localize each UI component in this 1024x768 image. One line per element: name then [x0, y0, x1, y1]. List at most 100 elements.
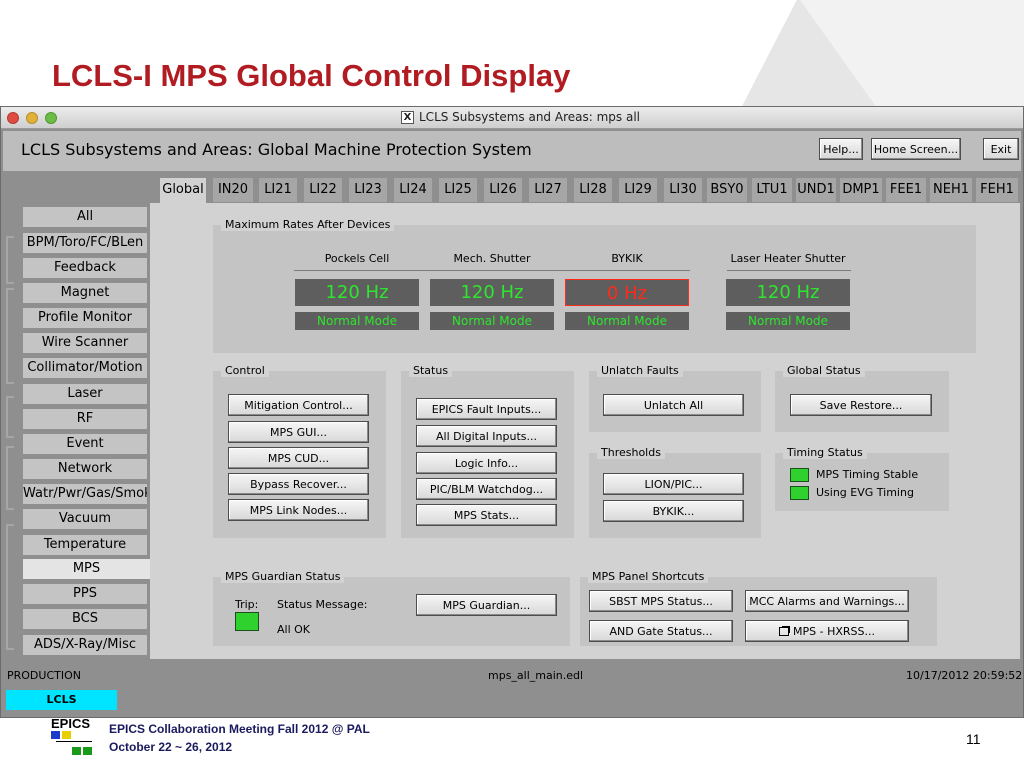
all-digital-inputs-button[interactable]: All Digital Inputs...	[416, 425, 557, 447]
mech-shutter-rate: 120 Hz	[430, 279, 554, 306]
sidebar-item-feedback[interactable]: Feedback	[23, 258, 147, 278]
lcls-tag: LCLS	[6, 690, 117, 710]
sidebar-item-magnet[interactable]: Magnet	[23, 283, 147, 303]
home-screen-button[interactable]: Home Screen...	[871, 138, 961, 160]
bypass-recover-button[interactable]: Bypass Recover...	[228, 473, 369, 495]
tab-bsy0[interactable]: BSY0	[707, 178, 747, 202]
and-gate-status-button[interactable]: AND Gate Status...	[589, 620, 733, 642]
sidebar-item-rf[interactable]: RF	[23, 409, 147, 429]
maximize-window-button[interactable]	[45, 112, 57, 124]
page-title: LCLS Subsystems and Areas: Global Machin…	[21, 140, 532, 159]
sidebar-item-mps[interactable]: MPS	[23, 559, 150, 579]
sidebar-group-bracket	[6, 446, 14, 510]
laser-heater-shutter-mode: Normal Mode	[726, 312, 850, 330]
thresholds-label: Thresholds	[597, 446, 665, 459]
status-message-label: Status Message:	[277, 598, 368, 611]
tab-in20[interactable]: IN20	[213, 178, 253, 202]
sidebar-item-temperature[interactable]: Temperature	[23, 535, 147, 555]
unlatch-faults-label: Unlatch Faults	[597, 364, 683, 377]
sidebar-item-wire-scanner[interactable]: Wire Scanner	[23, 333, 147, 353]
mitigation-control-button[interactable]: Mitigation Control...	[228, 394, 369, 416]
tab-li30[interactable]: LI30	[664, 178, 702, 202]
tab-li23[interactable]: LI23	[349, 178, 387, 202]
mps-hxrss-label: MPS - HXRSS...	[793, 624, 875, 638]
pockels-cell-header: Pockels Cell	[324, 252, 390, 265]
header-divider	[294, 270, 690, 271]
sidebar-item-network[interactable]: Network	[23, 459, 147, 479]
epics-logo-text: EPICS	[51, 716, 91, 731]
datetime-readout: 10/17/2012 20:59:52	[906, 669, 1023, 682]
timing-status-label: Timing Status	[783, 446, 867, 459]
sidebar-item-profile-monitor[interactable]: Profile Monitor	[23, 308, 147, 328]
sbst-mps-status-button[interactable]: SBST MPS Status...	[589, 590, 733, 612]
page-number: 11	[966, 731, 981, 747]
sidebar-item-vacuum[interactable]: Vacuum	[23, 509, 147, 529]
tab-neh1[interactable]: NEH1	[930, 178, 972, 202]
mech-shutter-header: Mech. Shutter	[453, 252, 531, 265]
help-button[interactable]: Help...	[819, 138, 863, 160]
sidebar-item-event[interactable]: Event	[23, 434, 147, 454]
tab-li21[interactable]: LI21	[259, 178, 297, 202]
thresholds-group: Thresholds	[589, 446, 761, 538]
trip-label: Trip:	[235, 598, 259, 611]
mps-hxrss-button[interactable]: MPS - HXRSS...	[745, 620, 909, 642]
sidebar-group-bracket	[6, 288, 14, 384]
save-restore-button[interactable]: Save Restore...	[790, 394, 932, 416]
sidebar-item-bcs[interactable]: BCS	[23, 609, 147, 629]
tab-li29[interactable]: LI29	[619, 178, 657, 202]
mech-shutter-mode: Normal Mode	[430, 312, 554, 330]
logic-info-button[interactable]: Logic Info...	[416, 452, 557, 474]
sidebar-item-ads[interactable]: ADS/X-Ray/Misc	[23, 635, 147, 655]
global-status-label: Global Status	[783, 364, 865, 377]
timing-status-group: Timing Status	[775, 446, 949, 511]
tab-li26[interactable]: LI26	[484, 178, 522, 202]
sidebar-item-bpm[interactable]: BPM/Toro/FC/BLen	[23, 233, 147, 253]
mcc-alarms-button[interactable]: MCC Alarms and Warnings...	[745, 590, 909, 612]
mps-stats-button[interactable]: MPS Stats...	[416, 504, 557, 526]
tab-ltu1[interactable]: LTU1	[752, 178, 792, 202]
mps-cud-button[interactable]: MPS CUD...	[228, 447, 369, 469]
mps-link-nodes-button[interactable]: MPS Link Nodes...	[228, 499, 369, 521]
sidebar-group-bracket	[6, 236, 14, 284]
mps-gui-button[interactable]: MPS GUI...	[228, 421, 369, 443]
header-divider	[727, 270, 851, 271]
tab-li24[interactable]: LI24	[394, 178, 432, 202]
footer-meeting-title: EPICS Collaboration Meeting Fall 2012 @ …	[109, 722, 370, 736]
laser-heater-shutter-rate: 120 Hz	[726, 279, 850, 306]
slide-title: LCLS-I MPS Global Control Display	[52, 58, 571, 93]
tab-li27[interactable]: LI27	[529, 178, 567, 202]
mps-guardian-button[interactable]: MPS Guardian...	[416, 594, 557, 616]
tab-li28[interactable]: LI28	[574, 178, 612, 202]
pic-blm-watchdog-button[interactable]: PIC/BLM Watchdog...	[416, 478, 557, 500]
sidebar-item-pps[interactable]: PPS	[23, 584, 147, 604]
lion-pic-button[interactable]: LION/PIC...	[603, 473, 744, 495]
pockels-cell-rate: 120 Hz	[295, 279, 419, 306]
window-titlebar: X LCLS Subsystems and Areas: mps all	[1, 107, 1023, 129]
using-evg-timing-indicator	[790, 486, 809, 500]
tab-fee1[interactable]: FEE1	[886, 178, 926, 202]
tab-und1[interactable]: UND1	[796, 178, 836, 202]
laser-heater-shutter-header: Laser Heater Shutter	[730, 252, 846, 265]
panel-shortcuts-label: MPS Panel Shortcuts	[588, 570, 709, 583]
tab-li22[interactable]: LI22	[304, 178, 342, 202]
close-window-button[interactable]	[7, 112, 19, 124]
unlatch-all-button[interactable]: Unlatch All	[603, 394, 744, 416]
exit-button[interactable]: Exit	[983, 138, 1019, 160]
tab-feh1[interactable]: FEH1	[976, 178, 1018, 202]
sidebar-item-watr-pwr[interactable]: Watr/Pwr/Gas/Smok	[23, 484, 147, 504]
bykik-rate: 0 Hz	[565, 279, 689, 306]
sidebar-item-collimator[interactable]: Collimator/Motion	[23, 358, 147, 378]
window-title-text: LCLS Subsystems and Areas: mps all	[419, 110, 640, 124]
sidebar-group-bracket	[6, 396, 14, 438]
bykik-threshold-button[interactable]: BYKIK...	[603, 500, 744, 522]
edl-filename: mps_all_main.edl	[488, 669, 584, 682]
epics-fault-inputs-button[interactable]: EPICS Fault Inputs...	[416, 398, 557, 420]
sidebar-item-all[interactable]: All	[23, 207, 147, 227]
tab-global[interactable]: Global	[160, 178, 206, 205]
tab-li25[interactable]: LI25	[439, 178, 477, 202]
mps-timing-stable-indicator	[790, 468, 809, 482]
sidebar-item-laser[interactable]: Laser	[23, 384, 147, 404]
minimize-window-button[interactable]	[26, 112, 38, 124]
max-rates-label: Maximum Rates After Devices	[221, 218, 395, 231]
tab-dmp1[interactable]: DMP1	[840, 178, 882, 202]
